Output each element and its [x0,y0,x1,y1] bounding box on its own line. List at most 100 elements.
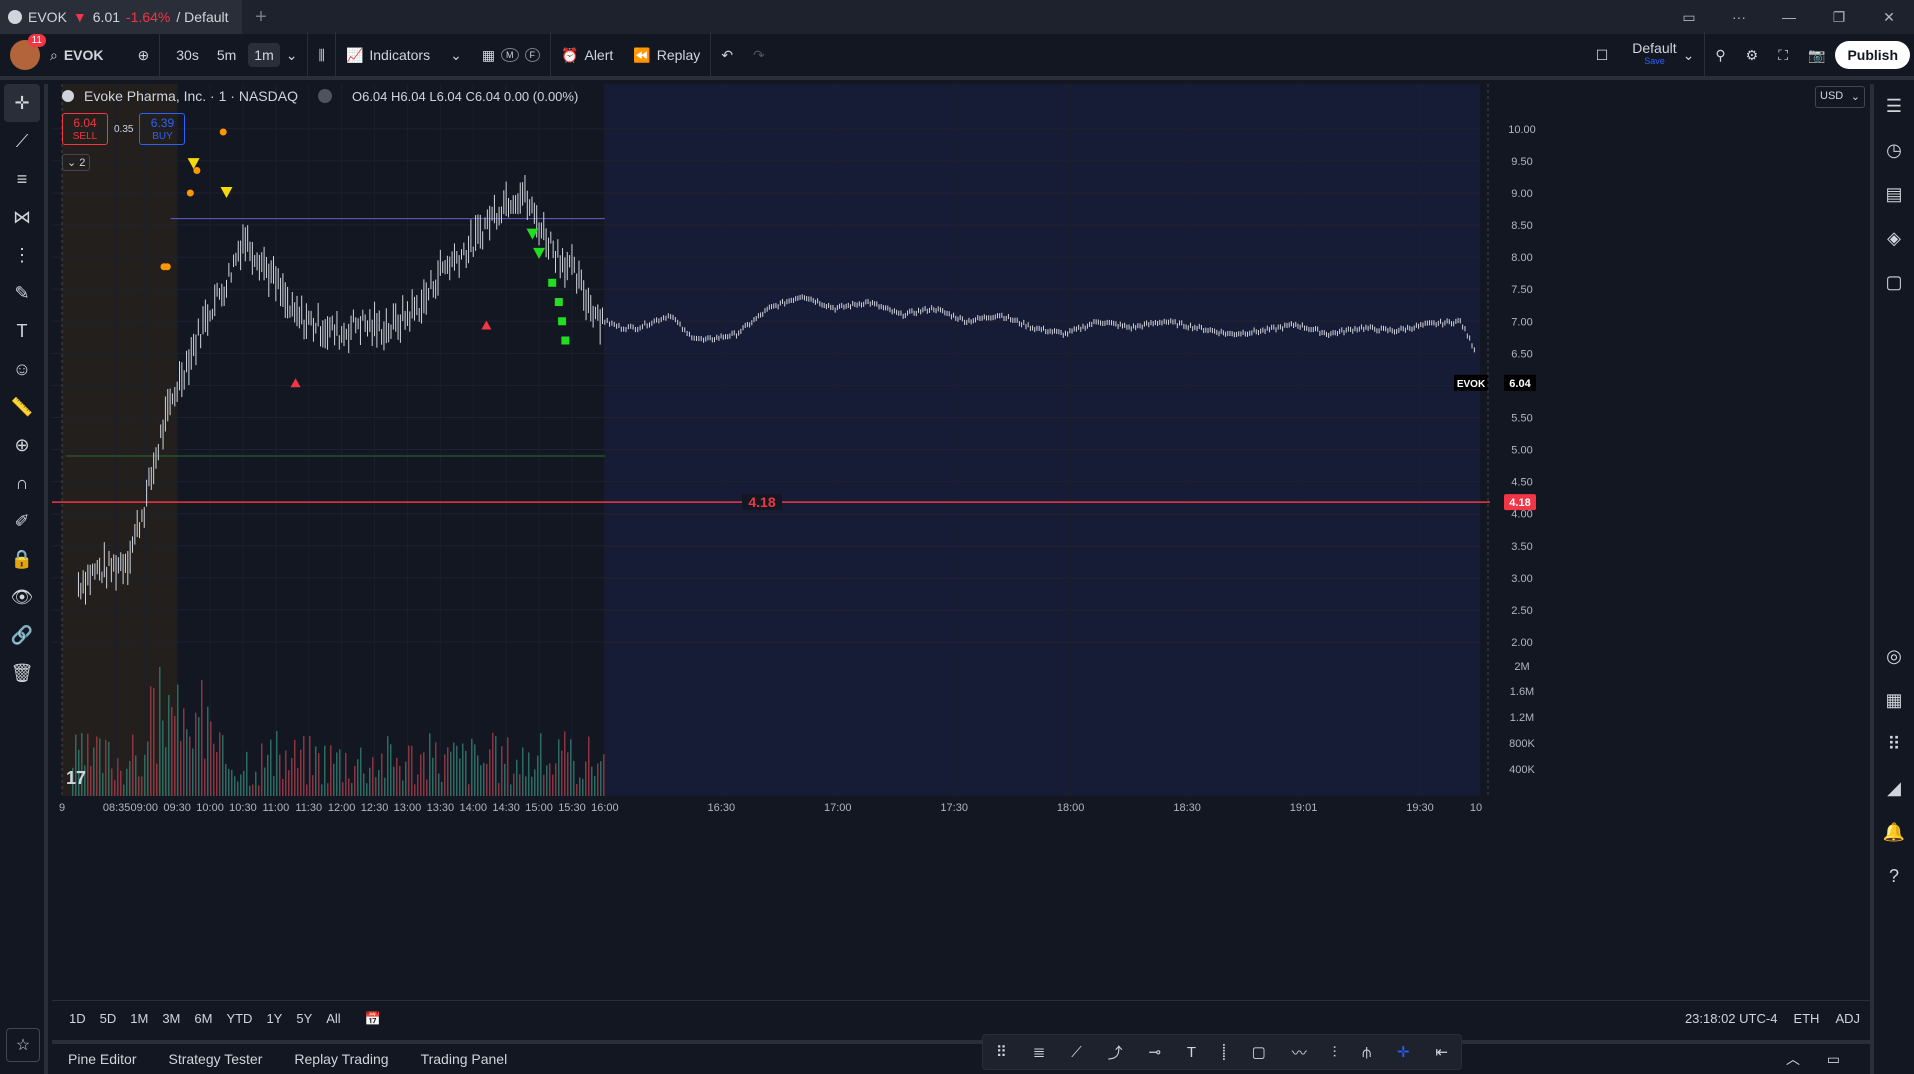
line-icon[interactable]: ⟋ [1071,1044,1082,1061]
indicators-button[interactable]: 📈 Indicators ⌄ [334,32,472,78]
chevron-down-icon[interactable]: ⌄ [286,47,298,64]
text-icon[interactable]: T [0,312,44,350]
emoji-icon[interactable]: ☺ [0,350,44,388]
feed-icon[interactable]: ◢ [1874,766,1914,810]
range-1y[interactable]: 1Y [259,1011,289,1026]
range-ytd[interactable]: YTD [219,1011,259,1026]
range-5y[interactable]: 5Y [289,1011,319,1026]
fib-icon[interactable]: ≡ [0,160,44,198]
timeframe-30s[interactable]: 30s [170,43,205,67]
range-1d[interactable]: 1D [62,1011,93,1026]
drag-handle-icon[interactable]: ⠿ [996,1043,1007,1061]
timeframe-1m[interactable]: 1m [248,43,280,67]
tab-replay-trading[interactable]: Replay Trading [278,1051,404,1067]
redo-button[interactable]: ↷ [743,32,775,78]
range-1m[interactable]: 1M [123,1011,155,1026]
restore-button[interactable]: ❐ [1814,9,1864,26]
bell-icon[interactable]: 🔔 [1874,810,1914,854]
news-icon[interactable]: ▤ [1874,172,1914,216]
chevron-down-icon: ⌄ [450,46,462,63]
range-3m[interactable]: 3M [155,1011,187,1026]
ruler-icon[interactable]: 📏 [0,388,44,426]
clock[interactable]: 23:18:02 UTC-4 [1685,1011,1778,1026]
text-tool-icon[interactable]: T [1187,1044,1196,1061]
alert-button[interactable]: ⏰ Alert [550,32,623,78]
volume-bar [210,721,212,796]
fullscreen-button[interactable]: ⛶ [1768,32,1798,78]
volume-bar [252,784,254,796]
symbol-search[interactable]: ⌕ EVOK [40,32,114,78]
magnet-icon[interactable]: ∩ [0,464,44,502]
quick-search-button[interactable]: ⚲ [1704,32,1735,78]
snapshot-button[interactable]: 📷 [1798,32,1835,78]
adjust-toggle[interactable]: ADJ [1835,1011,1860,1026]
alerts-clock-icon[interactable]: ◷ [1874,128,1914,172]
layers-icon[interactable]: ◈ [1874,216,1914,260]
template-icon[interactable]: ≣ [1033,1043,1046,1061]
timeframe-5m[interactable]: 5m [211,43,242,67]
polyline-icon[interactable]: 〰 [1292,1042,1307,1063]
target-icon[interactable]: ◎ [1874,634,1914,678]
lock-icon[interactable]: 🔒 [0,540,44,578]
collapse-panel-icon[interactable]: ︿ [1786,1049,1800,1069]
crosshair-icon[interactable]: ✛ [4,84,40,122]
compare-button[interactable]: ⊕ [114,32,160,78]
help-icon[interactable]: ? [1874,854,1914,898]
trash-icon[interactable]: 🗑 [0,654,44,692]
tab-trading-panel[interactable]: Trading Panel [405,1051,524,1067]
sell-button[interactable]: 6.04 SELL [62,113,108,145]
undo-button[interactable]: ↶ [710,32,743,78]
legend-title[interactable]: Evoke Pharma, Inc. · 1 · NASDAQ [84,88,298,104]
indicator-collapse-button[interactable]: ⌄ 2 [62,154,91,171]
chart-type-button[interactable]: ⫼ [307,32,334,78]
apps-icon[interactable]: ⠿ [1874,722,1914,766]
volume-bar [189,736,191,796]
currency-selector[interactable]: USD ⌄ [1815,86,1865,108]
measure-icon[interactable]: ⇤ [1435,1043,1448,1061]
price-chart[interactable]: 10.009.509.008.508.007.507.006.506.005.5… [52,84,1870,1000]
hide-legend-icon[interactable] [317,89,332,103]
goto-date-icon[interactable]: 📅 [358,1011,388,1027]
watchlist-icon[interactable]: ☰ [1874,84,1914,128]
drawing-mode-icon[interactable]: ✐ [0,502,44,540]
vline-icon[interactable]: ⸽ [1222,1042,1226,1062]
range-5d[interactable]: 5D [93,1011,124,1026]
layout-icon[interactable]: ▭ [1664,9,1714,26]
hline-icon[interactable]: ⊸ [1148,1043,1161,1061]
trend-line-icon[interactable]: ⟋ [0,122,44,160]
chat-icon[interactable]: ▢ [1874,260,1914,304]
more-icon[interactable]: ··· [1714,9,1764,25]
avatar[interactable]: 11 [10,34,46,70]
layout-selector[interactable]: ☐ Default Save ⌄ [1586,32,1705,78]
eye-icon[interactable]: 👁 [0,578,44,616]
close-button[interactable]: ✕ [1864,9,1914,26]
watchlist-star-button[interactable]: ☆ [6,1028,40,1062]
session-toggle[interactable]: ETH [1793,1011,1819,1026]
calendar-icon[interactable]: ▦ [1874,678,1914,722]
rect-icon[interactable]: ▢ [1252,1043,1266,1061]
browser-tab[interactable]: EVOK ▼ 6.01 -1.64% / Default [0,0,242,34]
tab-symbol: EVOK [28,9,67,25]
minimize-button[interactable]: — [1764,9,1814,25]
volume-bar [402,780,404,796]
range-6m[interactable]: 6M [187,1011,219,1026]
templates-button[interactable]: ▦ M F [472,32,550,78]
pitchfork-icon[interactable]: ⫛ [1362,1044,1371,1061]
zoom-icon[interactable]: ⊕ [0,426,44,464]
settings-button[interactable]: ⚙ [1736,32,1769,78]
buy-button[interactable]: 6.39 BUY [139,113,186,145]
forecast-icon[interactable]: ⋮ [0,236,44,274]
replay-button[interactable]: ⏪ Replay [623,32,710,78]
range-all[interactable]: All [319,1011,347,1026]
link-icon[interactable]: 🔗 [0,616,44,654]
brush-icon[interactable]: ✎ [0,274,44,312]
maximize-panel-icon[interactable]: ▭ [1827,1051,1840,1068]
path-icon[interactable]: ⤴ [1108,1042,1123,1063]
crosshair-tool-icon[interactable]: ✛ [1397,1043,1410,1061]
candle-icon[interactable]: ⫶ [1333,1044,1337,1061]
publish-button[interactable]: Publish [1835,41,1910,69]
pattern-icon[interactable]: ⋈ [0,198,44,236]
tab-pine-editor[interactable]: Pine Editor [52,1051,152,1067]
new-tab-button[interactable]: + [242,6,280,29]
tab-strategy-tester[interactable]: Strategy Tester [152,1051,278,1067]
